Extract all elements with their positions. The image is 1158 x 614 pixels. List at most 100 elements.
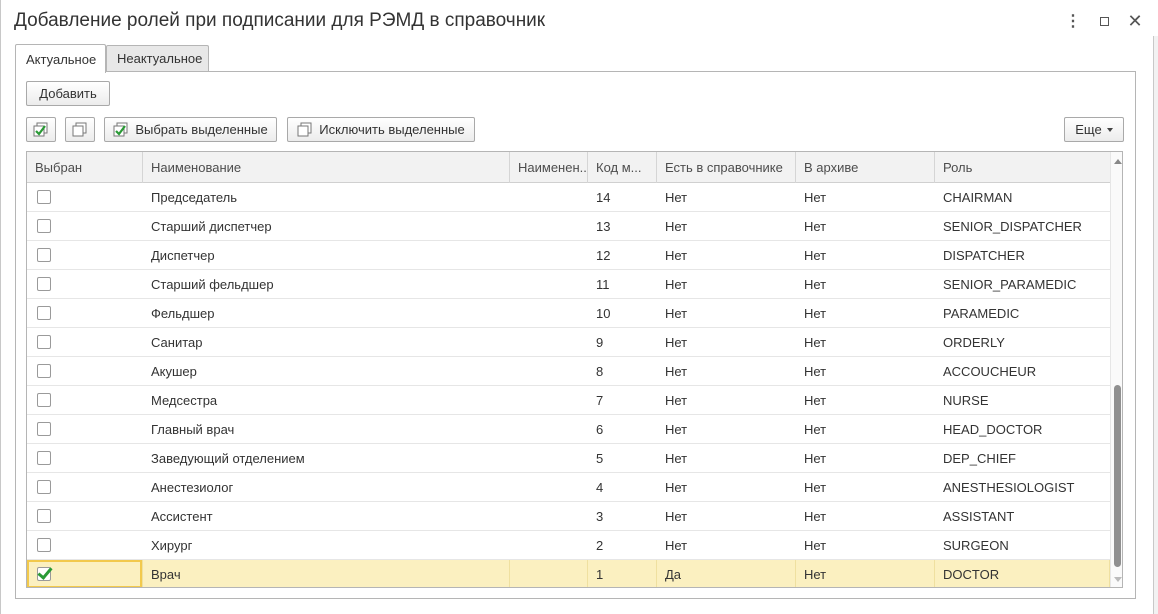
- column-header-name[interactable]: Наименование: [143, 152, 510, 183]
- uncheck-all-button[interactable]: [65, 117, 95, 142]
- vertical-scrollbar[interactable]: [1110, 152, 1122, 587]
- cell-name: Акушер: [151, 363, 197, 379]
- row-checkbox[interactable]: [37, 248, 51, 262]
- cell-role: NURSE: [943, 392, 989, 408]
- tab-actual[interactable]: Актуальное: [15, 44, 106, 73]
- row-checkbox[interactable]: [37, 306, 51, 320]
- cell-in-reference: Нет: [665, 537, 688, 553]
- cell-archive: Нет: [804, 450, 827, 466]
- cell-name2: [510, 270, 588, 298]
- cell-name: Ассистент: [151, 508, 213, 524]
- column-header-code[interactable]: Код м...: [588, 152, 657, 183]
- column-header-selected[interactable]: Выбран: [27, 152, 143, 183]
- row-checkbox[interactable]: [37, 219, 51, 233]
- cell-name2: [510, 299, 588, 327]
- row-checkbox[interactable]: [37, 509, 51, 523]
- cell-name: Фельдшер: [151, 305, 215, 321]
- column-header-name2[interactable]: Наименен...: [510, 152, 588, 183]
- dialog-window: Добавление ролей при подписании для РЭМД…: [0, 0, 1158, 614]
- cell-name: Медсестра: [151, 392, 218, 408]
- table-row[interactable]: Заведующий отделением 5 Нет Нет DEP_CHIEF: [27, 444, 1110, 473]
- cell-archive: Нет: [804, 276, 827, 292]
- cell-code: 13: [596, 218, 611, 234]
- scrollbar-thumb[interactable]: [1114, 385, 1121, 567]
- cell-in-reference: Нет: [665, 363, 688, 379]
- cell-role: SURGEON: [943, 537, 1009, 553]
- cell-archive: Нет: [804, 189, 827, 205]
- select-selected-button[interactable]: Выбрать выделенные: [104, 117, 277, 142]
- scroll-down-icon[interactable]: [1114, 577, 1122, 582]
- cell-name2: [510, 415, 588, 443]
- column-header-in-reference[interactable]: Есть в справочнике: [657, 152, 796, 183]
- table-row[interactable]: Диспетчер 12 Нет Нет DISPATCHER: [27, 241, 1110, 270]
- table-row[interactable]: Председатель 14 Нет Нет CHAIRMAN: [27, 183, 1110, 212]
- table-row[interactable]: Старший фельдшер 11 Нет Нет SENIOR_PARAMEDIC: [27, 270, 1110, 299]
- cell-code: 1: [588, 560, 657, 587]
- cell-name2: [510, 444, 588, 472]
- row-checkbox[interactable]: [37, 567, 51, 581]
- row-checkbox[interactable]: [37, 480, 51, 494]
- more-actions-icon[interactable]: ⋮: [1061, 11, 1085, 31]
- cell-role: ANESTHESIOLOGIST: [943, 479, 1075, 495]
- cell-selected: [27, 531, 143, 559]
- cell-in-reference: Нет: [665, 218, 688, 234]
- exclude-selected-button[interactable]: Исключить выделенные: [287, 117, 475, 142]
- cell-role: HEAD_DOCTOR: [943, 421, 1043, 437]
- cell-selected: [27, 473, 143, 501]
- cell-selected: [27, 386, 143, 414]
- table-row[interactable]: Врач 1 Да Нет DOCTOR: [27, 560, 1110, 587]
- table-row[interactable]: Ассистент 3 Нет Нет ASSISTANT: [27, 502, 1110, 531]
- cell-selected: [27, 502, 143, 530]
- check-selected-icon: [113, 122, 129, 138]
- cell-selected: [27, 270, 143, 298]
- row-checkbox[interactable]: [37, 335, 51, 349]
- cell-code: 10: [596, 305, 611, 321]
- table-row[interactable]: Анестезиолог 4 Нет Нет ANESTHESIOLOGIST: [27, 473, 1110, 502]
- cell-selected: [27, 183, 143, 211]
- cell-role: SENIOR_PARAMEDIC: [943, 276, 1077, 292]
- add-button[interactable]: Добавить: [26, 81, 110, 106]
- table-row[interactable]: Хирург 2 Нет Нет SURGEON: [27, 531, 1110, 560]
- cell-selected: [27, 444, 143, 472]
- cell-code: 4: [596, 479, 604, 495]
- scroll-up-icon[interactable]: [1114, 159, 1122, 164]
- close-icon[interactable]: ✕: [1123, 11, 1147, 31]
- cell-in-reference: Нет: [665, 189, 688, 205]
- roles-table: Выбран Наименование Наименен... Код м...…: [26, 151, 1123, 588]
- table-row[interactable]: Старший диспетчер 13 Нет Нет SENIOR_DISPATCH…: [27, 212, 1110, 241]
- cell-role: CHAIRMAN: [943, 189, 1013, 205]
- row-checkbox[interactable]: [37, 422, 51, 436]
- cell-selected: [27, 299, 143, 327]
- maximize-icon[interactable]: [1092, 11, 1116, 31]
- tab-inactual[interactable]: Неактуальное: [106, 45, 209, 71]
- cell-name2: [510, 212, 588, 240]
- table-row[interactable]: Медсестра 7 Нет Нет NURSE: [27, 386, 1110, 415]
- cell-in-reference: Нет: [665, 450, 688, 466]
- table-row[interactable]: Главный врач 6 Нет Нет HEAD_DOCTOR: [27, 415, 1110, 444]
- cell-name: Председатель: [151, 189, 238, 205]
- check-all-button[interactable]: [26, 117, 56, 142]
- cell-code: 2: [596, 537, 604, 553]
- cell-role: DEP_CHIEF: [943, 450, 1016, 466]
- row-checkbox[interactable]: [37, 277, 51, 291]
- cell-name: Врач: [143, 560, 510, 587]
- column-header-archive[interactable]: В архиве: [796, 152, 935, 183]
- table-row[interactable]: Фельдшер 10 Нет Нет PARAMEDIC: [27, 299, 1110, 328]
- cell-name: Старший фельдшер: [151, 276, 274, 292]
- cell-in-reference: Нет: [665, 392, 688, 408]
- row-checkbox[interactable]: [37, 190, 51, 204]
- row-checkbox[interactable]: [37, 451, 51, 465]
- table-row[interactable]: Акушер 8 Нет Нет ACCOUCHEUR: [27, 357, 1110, 386]
- row-checkbox[interactable]: [37, 364, 51, 378]
- uncheck-selected-icon: [297, 122, 313, 138]
- column-header-role[interactable]: Роль: [935, 152, 1110, 183]
- cell-name: Анестезиолог: [151, 479, 234, 495]
- title-bar: Добавление ролей при подписании для РЭМД…: [1, 0, 1158, 42]
- more-button[interactable]: Еще: [1064, 117, 1124, 142]
- cell-selected: [27, 241, 143, 269]
- cell-role: DISPATCHER: [943, 247, 1025, 263]
- row-checkbox[interactable]: [37, 538, 51, 552]
- row-checkbox[interactable]: [37, 393, 51, 407]
- cell-archive: Нет: [804, 508, 827, 524]
- table-row[interactable]: Санитар 9 Нет Нет ORDERLY: [27, 328, 1110, 357]
